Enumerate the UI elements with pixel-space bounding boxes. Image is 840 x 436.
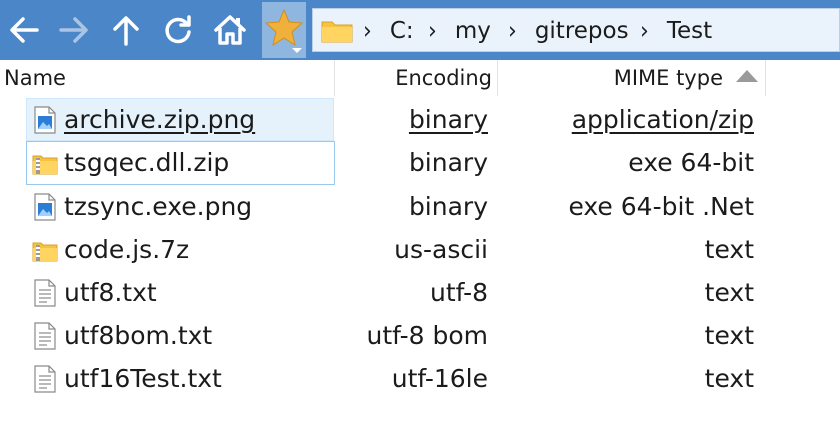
file-name: archive.zip.png: [64, 105, 256, 134]
file-name: utf16Test.txt: [64, 364, 222, 393]
image-file-icon: [34, 106, 56, 134]
breadcrumb-test[interactable]: › Test: [640, 17, 712, 45]
home-button[interactable]: [208, 6, 252, 54]
chevron-right-icon: ›: [640, 17, 649, 45]
image-file-icon: [34, 193, 56, 221]
sort-ascending-icon: [736, 70, 758, 82]
file-row[interactable]: tzsync.exe.png binary exe 64-bit .Net: [0, 185, 840, 228]
breadcrumb-my[interactable]: › my: [428, 17, 491, 45]
breadcrumb-label: my: [454, 18, 491, 44]
file-name: tsgqec.dll.zip: [64, 148, 230, 177]
up-button[interactable]: [104, 6, 148, 54]
breadcrumb-label: C:: [389, 18, 414, 44]
file-row[interactable]: code.js.7z us-ascii text: [0, 228, 840, 271]
address-bar[interactable]: › C: › my › gitrepos › Test: [312, 8, 840, 52]
star-icon: [264, 8, 304, 53]
forward-arrow-icon: [59, 17, 88, 43]
column-divider[interactable]: [765, 60, 766, 96]
chevron-right-icon: ›: [508, 17, 517, 45]
text-file-icon: [34, 322, 56, 350]
file-row[interactable]: utf8bom.txt utf-8 bom text: [0, 314, 840, 357]
file-encoding: us-ascii: [394, 235, 488, 264]
refresh-button[interactable]: [156, 6, 200, 54]
up-arrow-icon: [113, 16, 139, 46]
file-name: tzsync.exe.png: [64, 192, 253, 221]
file-encoding: utf-8: [429, 278, 488, 307]
column-mime-type[interactable]: MIME type: [614, 60, 723, 96]
chevron-right-icon: ›: [428, 17, 437, 45]
file-mime-type: text: [704, 364, 754, 393]
text-file-icon: [34, 279, 56, 307]
file-encoding: utf-16le: [391, 364, 488, 393]
forward-button[interactable]: [52, 6, 96, 54]
file-mime-type: text: [704, 278, 754, 307]
file-mime-type: text: [704, 235, 754, 264]
file-name: code.js.7z: [64, 235, 190, 264]
zip-folder-icon: [32, 155, 58, 175]
refresh-icon: [165, 15, 191, 44]
column-name[interactable]: Name: [4, 60, 66, 96]
file-encoding: binary: [408, 148, 488, 177]
zip-folder-icon: [32, 242, 58, 262]
column-header: Name Encoding MIME type: [0, 60, 840, 96]
text-file-icon: [34, 365, 56, 393]
file-row[interactable]: tsgqec.dll.zip binary exe 64-bit: [0, 141, 840, 185]
file-row[interactable]: archive.zip.png binary application/zip: [0, 98, 840, 141]
file-mime-type: exe 64-bit .Net: [568, 192, 754, 221]
breadcrumb-c[interactable]: › C:: [363, 17, 414, 45]
file-encoding: binary: [408, 192, 488, 221]
back-button[interactable]: [2, 6, 46, 54]
column-encoding[interactable]: Encoding: [395, 60, 492, 96]
file-row[interactable]: utf16Test.txt utf-16le text: [0, 357, 840, 400]
file-mime-type: application/zip: [571, 105, 754, 134]
home-icon: [214, 15, 246, 45]
column-divider[interactable]: [497, 60, 498, 96]
file-name: utf8.txt: [64, 278, 157, 307]
back-arrow-icon: [10, 17, 39, 43]
file-name: utf8bom.txt: [64, 321, 213, 350]
breadcrumb-label: Test: [666, 18, 713, 44]
file-mime-type: text: [704, 321, 754, 350]
column-divider[interactable]: [334, 60, 335, 96]
chevron-right-icon: ›: [363, 17, 372, 45]
file-mime-type: exe 64-bit: [628, 148, 754, 177]
breadcrumb-label: gitrepos: [534, 18, 629, 44]
folder-icon: [321, 21, 353, 43]
toolbar: › C: › my › gitrepos › Test: [0, 0, 840, 60]
file-encoding: binary: [408, 105, 488, 134]
file-row[interactable]: utf8.txt utf-8 text: [0, 271, 840, 314]
file-encoding: utf-8 bom: [366, 321, 488, 350]
favorites-button[interactable]: [262, 2, 306, 58]
breadcrumb-gitrepos[interactable]: › gitrepos: [508, 17, 629, 45]
